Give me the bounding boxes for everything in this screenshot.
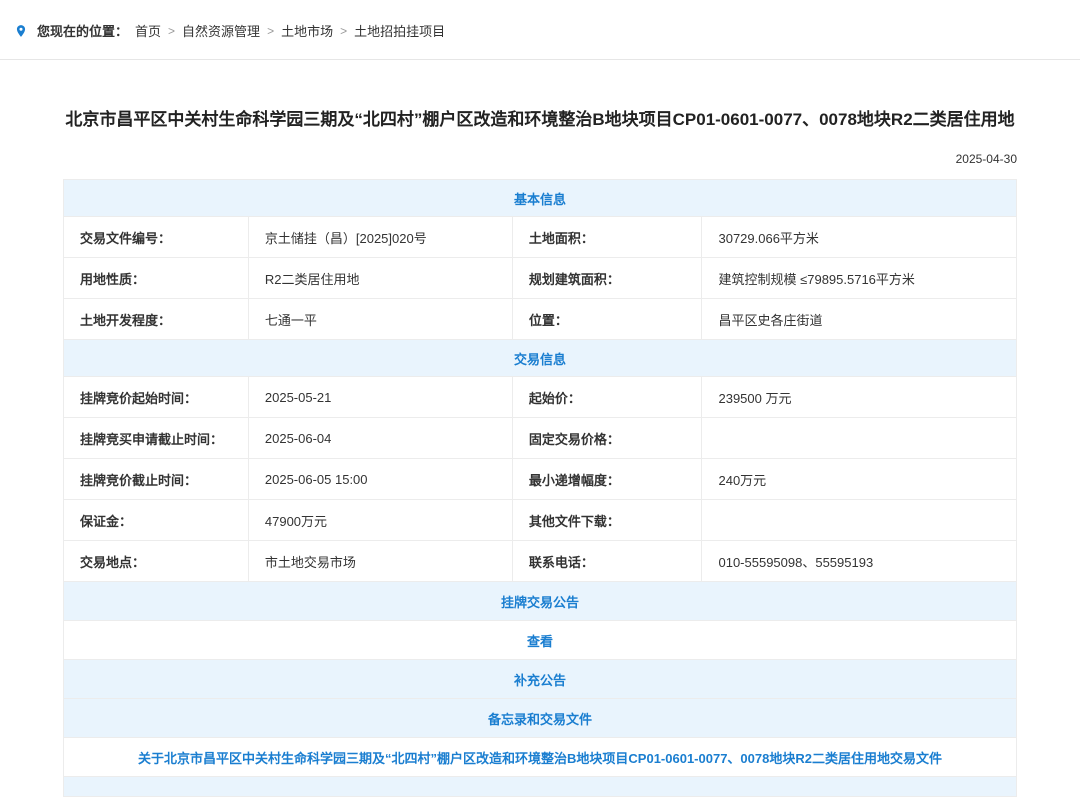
field-label: 位置： bbox=[512, 299, 702, 340]
field-value: 30729.066平方米 bbox=[702, 217, 1017, 258]
field-label: 保证金： bbox=[64, 500, 249, 541]
field-label: 联系电话： bbox=[512, 541, 702, 582]
field-value: 2025-05-21 bbox=[248, 377, 512, 418]
page-title: 北京市昌平区中关村生命科学园三期及“北四村”棚户区改造和环境整治B地块项目CP0… bbox=[63, 106, 1017, 134]
field-label: 规划建筑面积： bbox=[512, 258, 702, 299]
table-row: 挂牌竞价起始时间： 2025-05-21 起始价： 239500 万元 bbox=[64, 377, 1017, 418]
view-link[interactable]: 查看 bbox=[527, 634, 553, 649]
field-label: 交易地点： bbox=[64, 541, 249, 582]
field-label: 交易文件编号： bbox=[64, 217, 249, 258]
listing-notice-link[interactable]: 挂牌交易公告 bbox=[501, 595, 579, 610]
field-label: 挂牌竞价截止时间： bbox=[64, 459, 249, 500]
table-row: 保证金： 47900万元 其他文件下载： bbox=[64, 500, 1017, 541]
field-label: 起始价： bbox=[512, 377, 702, 418]
breadcrumb: 您现在的位置： 首页 > 自然资源管理 > 土地市场 > 土地招拍挂项目 bbox=[0, 0, 1080, 59]
field-label: 其他文件下载： bbox=[512, 500, 702, 541]
table-row: 交易地点： 市土地交易市场 联系电话： 010-55595098、5559519… bbox=[64, 541, 1017, 582]
main-content: 北京市昌平区中关村生命科学园三期及“北四村”棚户区改造和环境整治B地块项目CP0… bbox=[63, 60, 1017, 797]
breadcrumb-prefix: 您现在的位置： bbox=[37, 21, 128, 40]
table-row: 挂牌竞价截止时间： 2025-06-05 15:00 最小递增幅度： 240万元 bbox=[64, 459, 1017, 500]
breadcrumb-item-land-auction: 土地招拍挂项目 bbox=[354, 21, 445, 40]
field-value bbox=[702, 418, 1017, 459]
field-value bbox=[702, 500, 1017, 541]
field-label: 用地性质： bbox=[64, 258, 249, 299]
field-value: 建筑控制规模 ≤79895.5716平方米 bbox=[702, 258, 1017, 299]
section-basic-info: 基本信息 bbox=[64, 180, 1017, 217]
field-value: 239500 万元 bbox=[702, 377, 1017, 418]
publish-date: 2025-04-30 bbox=[63, 152, 1017, 166]
field-value: 2025-06-05 15:00 bbox=[248, 459, 512, 500]
table-row: 土地开发程度： 七通一平 位置： 昌平区史各庄街道 bbox=[64, 299, 1017, 340]
table-row: 挂牌竞买申请截止时间： 2025-06-04 固定交易价格： bbox=[64, 418, 1017, 459]
field-value: 010-55595098、55595193 bbox=[702, 541, 1017, 582]
trade-doc-link[interactable]: 关于北京市昌平区中关村生命科学园三期及“北四村”棚户区改造和环境整治B地块项目C… bbox=[138, 751, 942, 766]
section-basic-info-title: 基本信息 bbox=[64, 180, 1017, 217]
field-label: 最小递增幅度： bbox=[512, 459, 702, 500]
section-trade-info: 交易信息 bbox=[64, 340, 1017, 377]
field-value: 47900万元 bbox=[248, 500, 512, 541]
field-value: 七通一平 bbox=[248, 299, 512, 340]
clipped-row-cell bbox=[64, 777, 1017, 797]
memo-docs-row: 备忘录和交易文件 bbox=[64, 699, 1017, 738]
field-label: 土地面积： bbox=[512, 217, 702, 258]
field-value: 市土地交易市场 bbox=[248, 541, 512, 582]
field-value: 京土储挂（昌）[2025]020号 bbox=[248, 217, 512, 258]
clipped-row bbox=[64, 777, 1017, 797]
supplement-notice-link[interactable]: 补充公告 bbox=[514, 673, 566, 688]
table-row: 用地性质： R2二类居住用地 规划建筑面积： 建筑控制规模 ≤79895.571… bbox=[64, 258, 1017, 299]
breadcrumb-separator: > bbox=[267, 24, 274, 38]
view-row: 查看 bbox=[64, 621, 1017, 660]
breadcrumb-item-land-market[interactable]: 土地市场 bbox=[281, 21, 333, 40]
location-pin-icon bbox=[14, 23, 28, 39]
field-value: R2二类居住用地 bbox=[248, 258, 512, 299]
field-value: 昌平区史各庄街道 bbox=[702, 299, 1017, 340]
memo-docs-link[interactable]: 备忘录和交易文件 bbox=[488, 712, 592, 727]
field-label: 挂牌竞价起始时间： bbox=[64, 377, 249, 418]
field-label: 固定交易价格： bbox=[512, 418, 702, 459]
land-info-table: 基本信息 交易文件编号： 京土储挂（昌）[2025]020号 土地面积： 307… bbox=[63, 179, 1017, 797]
breadcrumb-item-home[interactable]: 首页 bbox=[135, 21, 161, 40]
trade-doc-row: 关于北京市昌平区中关村生命科学园三期及“北四村”棚户区改造和环境整治B地块项目C… bbox=[64, 738, 1017, 777]
breadcrumb-separator: > bbox=[168, 24, 175, 38]
section-trade-info-title: 交易信息 bbox=[64, 340, 1017, 377]
field-label: 挂牌竞买申请截止时间： bbox=[64, 418, 249, 459]
field-value: 2025-06-04 bbox=[248, 418, 512, 459]
supplement-notice-row: 补充公告 bbox=[64, 660, 1017, 699]
breadcrumb-separator: > bbox=[340, 24, 347, 38]
breadcrumb-item-natural-resources[interactable]: 自然资源管理 bbox=[182, 21, 260, 40]
field-label: 土地开发程度： bbox=[64, 299, 249, 340]
field-value: 240万元 bbox=[702, 459, 1017, 500]
listing-notice-row: 挂牌交易公告 bbox=[64, 582, 1017, 621]
table-row: 交易文件编号： 京土储挂（昌）[2025]020号 土地面积： 30729.06… bbox=[64, 217, 1017, 258]
